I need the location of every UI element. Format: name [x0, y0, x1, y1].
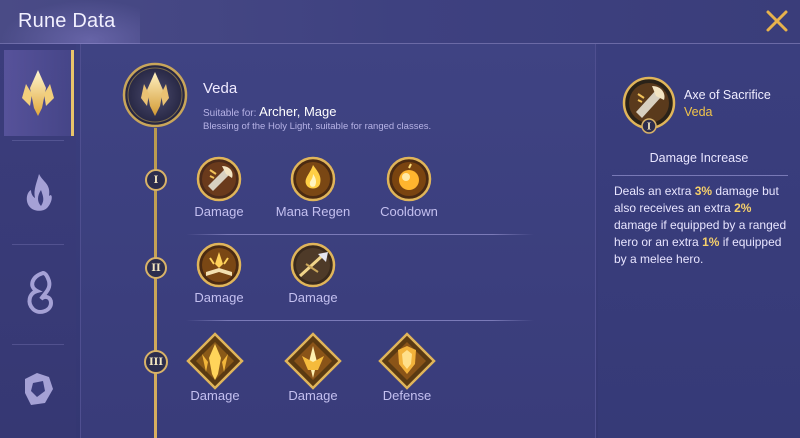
selected-rune-type: Damage Increase — [649, 151, 749, 165]
rune-tier1-mana-regen[interactable]: Mana Regen — [263, 156, 363, 219]
tier-badge-2: II — [145, 257, 167, 279]
cooldown-orb-icon — [386, 156, 432, 202]
rune-category-sidebar — [0, 44, 76, 438]
tab-swirl[interactable] — [4, 250, 74, 336]
rune-label: Damage — [194, 204, 244, 219]
rune-tier2-damage-2[interactable]: Damage — [263, 242, 363, 305]
rune-tier1-damage[interactable]: Damage — [169, 156, 269, 219]
rune-tier1-cooldown[interactable]: Cooldown — [359, 156, 459, 219]
desc-text: Deals an extra — [614, 184, 695, 198]
rune-set-name: Veda — [203, 80, 238, 97]
spear-icon — [290, 242, 336, 288]
selected-rune-name: Axe of Sacrifice — [684, 88, 771, 102]
spellbook-icon — [196, 242, 242, 288]
selected-rune-icon: I — [622, 76, 676, 134]
suitable-for: Suitable for: Archer, Mage — [203, 104, 336, 119]
close-button[interactable] — [762, 6, 792, 36]
golden-crest-icon — [186, 332, 244, 390]
suitable-label: Suitable for: — [203, 108, 257, 119]
veda-crystal-icon — [122, 62, 188, 128]
rune-tier3-defense[interactable]: Defense — [357, 332, 457, 403]
rune-label: Damage — [194, 290, 244, 305]
shield-tab-icon — [25, 373, 53, 405]
selected-rune-tier-badge: I — [647, 123, 651, 133]
tier-badge-1: I — [145, 169, 167, 191]
golden-burst-icon — [284, 332, 342, 390]
header-bar: Rune Data — [0, 0, 800, 44]
tier-separator — [186, 320, 534, 321]
selected-rune-description: Deals an extra 3% damage but also receiv… — [614, 183, 794, 268]
tab-divider — [12, 344, 64, 345]
suitable-classes: Archer, Mage — [259, 104, 337, 119]
desc-value: 2% — [734, 201, 752, 215]
rune-tier3-damage-2[interactable]: Damage — [263, 332, 363, 403]
rune-label: Defense — [382, 388, 432, 403]
rune-data-screen: Rune Data Veda Suitable for: Archer, Mag… — [0, 0, 800, 438]
rune-tier3-damage-1[interactable]: Damage — [165, 332, 265, 403]
rune-label: Cooldown — [380, 204, 438, 219]
tab-crystal[interactable] — [4, 50, 74, 136]
rune-set-description: Blessing of the Holy Light, suitable for… — [203, 121, 432, 132]
tab-divider — [12, 140, 64, 141]
tab-divider — [12, 244, 64, 245]
tab-shield[interactable] — [4, 346, 74, 432]
rune-label: Damage — [288, 290, 338, 305]
axe-icon — [196, 156, 242, 202]
golden-shield-icon — [378, 332, 436, 390]
page-title: Rune Data — [18, 10, 116, 32]
close-icon — [766, 10, 788, 32]
mana-flame-icon — [290, 156, 336, 202]
crystal-tab-icon — [21, 70, 54, 116]
rune-label: Damage — [190, 388, 240, 403]
rune-label: Damage — [288, 388, 338, 403]
selected-rune-set: Veda — [684, 105, 713, 119]
swirl-tab-icon — [27, 271, 54, 314]
desc-value: 1% — [702, 235, 720, 249]
axe-of-sacrifice-icon: I — [622, 76, 676, 134]
desc-value: 3% — [694, 184, 713, 198]
tier-separator — [186, 234, 534, 235]
rune-tier2-damage-1[interactable]: Damage — [169, 242, 269, 305]
flame-tab-icon — [26, 174, 52, 211]
veda-emblem — [122, 62, 188, 128]
detail-separator — [612, 175, 788, 176]
rune-label: Mana Regen — [275, 204, 351, 219]
tab-flame[interactable] — [4, 150, 74, 236]
